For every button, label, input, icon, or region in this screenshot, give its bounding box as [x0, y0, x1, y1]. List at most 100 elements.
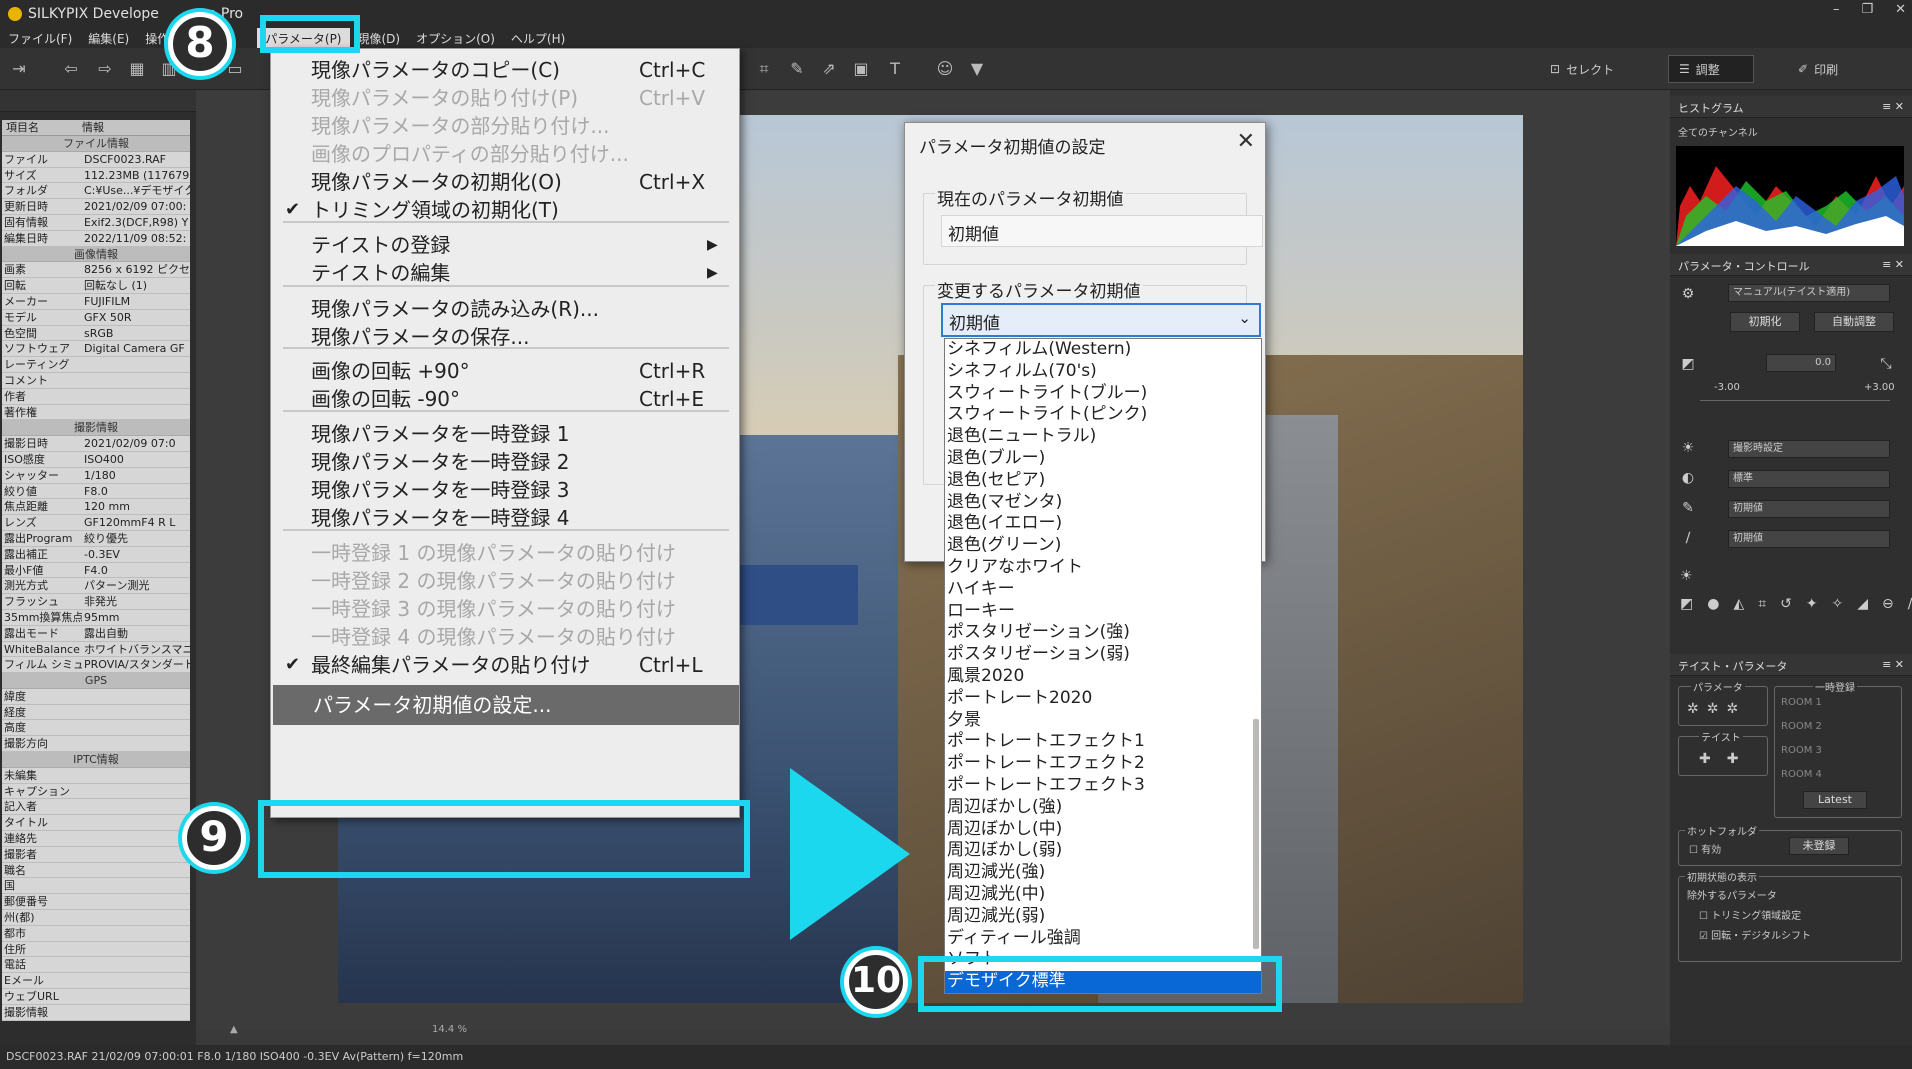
rotate-checkbox[interactable]: ☑ 回転・デジタルシフト [1699, 927, 1811, 942]
list-option[interactable]: ハイキー [945, 579, 1261, 601]
list-option[interactable]: ディティール強調 [945, 928, 1261, 950]
wb-icon[interactable]: ☀ [1680, 440, 1696, 456]
info-row[interactable]: シャッター 1/180 [2, 467, 190, 484]
menu-item[interactable]: テイストの編集 ▶ [271, 256, 739, 290]
initial-value-select[interactable]: 初期値 ⌄ [941, 303, 1261, 337]
room-3[interactable]: ROOM 3 [1781, 745, 1822, 756]
menu-help[interactable]: ヘルプ(H) [503, 28, 573, 48]
info-row[interactable]: 最小F値 F4.0 [2, 562, 190, 579]
close-icon[interactable]: ✕ [1895, 2, 1906, 17]
info-row[interactable]: 撮影者 [2, 846, 190, 863]
init-button[interactable]: 初期化 [1730, 312, 1800, 332]
menu-item[interactable]: 現像パラメータを一時登録 4 [271, 501, 739, 535]
info-row[interactable]: メーカー FUJIFILM [2, 293, 190, 310]
info-row[interactable]: 高度 [2, 720, 190, 737]
info-row[interactable]: 記入者 [2, 799, 190, 816]
info-row[interactable]: 色空間 sRGB [2, 325, 190, 342]
info-row[interactable]: 固有情報 Exif2.3(DCF,R98) Y [2, 214, 190, 231]
info-row[interactable]: 絞り値 F8.0 [2, 483, 190, 500]
exposure-icon[interactable]: ◩ [1680, 356, 1696, 372]
list-option[interactable]: 退色(マゼンタ) [945, 492, 1261, 514]
exposure-slider[interactable] [1700, 400, 1890, 401]
taste-dropdown-list[interactable]: シネフィルム(Western) シネフィルム(70's) スウィートライト(ブルー)… [944, 338, 1262, 994]
menu-item[interactable]: パラメータ初期値の設定... [273, 685, 739, 725]
list-option[interactable]: スウィートライト(ピンク) [945, 404, 1261, 426]
channel-select[interactable]: 全てのチャンネル [1678, 124, 1758, 139]
info-row[interactable]: レーティング [2, 357, 190, 373]
info-row[interactable]: モデル GFX 50R [2, 309, 190, 326]
info-row[interactable]: フィルム シミュレーPROVIA/スタンダード [2, 657, 190, 674]
info-row[interactable]: Eメール [2, 973, 190, 990]
list-option[interactable]: 風景2020 [945, 666, 1261, 688]
list-option[interactable]: 周辺減光(弱) [945, 906, 1261, 928]
info-row[interactable]: 都市 [2, 925, 190, 942]
info-row[interactable]: 作者 [2, 388, 190, 405]
info-row[interactable]: 著作権 [2, 404, 190, 421]
hotfolder-enabled[interactable]: ☐ 有効 [1689, 841, 1721, 856]
info-row[interactable]: 職名 [2, 862, 190, 879]
forward-icon[interactable]: ⇨ [96, 60, 114, 78]
param-control-menu-icon[interactable]: ≡ ✕ [1882, 258, 1904, 271]
user-icon[interactable]: ☺ [936, 60, 954, 78]
info-row[interactable]: 未編集 [2, 767, 190, 784]
info-row[interactable]: ソフトウェア Digital Camera GF [2, 341, 190, 358]
info-row[interactable]: 更新日時 2021/02/09 07:00: [2, 199, 190, 215]
list-option[interactable]: 退色(イエロー) [945, 513, 1261, 535]
room-1[interactable]: ROOM 1 [1781, 697, 1822, 708]
list-option[interactable]: 夕景 [945, 710, 1261, 732]
info-row[interactable]: 撮影日時 2021/02/09 07:0 [2, 436, 190, 452]
param-buttons[interactable]: ✲✲✲ [1687, 701, 1746, 717]
info-row[interactable]: 連絡先 [2, 831, 190, 847]
info-row[interactable]: ウェブURL [2, 989, 190, 1005]
color-select-1[interactable]: 初期値 [1728, 500, 1890, 518]
restore-icon[interactable]: ❐ [1861, 2, 1873, 17]
close-icon[interactable]: ✕ [1237, 129, 1255, 154]
tone-icon[interactable]: ◐ [1680, 470, 1696, 486]
list-option[interactable]: シネフィルム(70's) [945, 361, 1261, 383]
list-option[interactable]: 退色(グリーン) [945, 535, 1261, 557]
curve-icon[interactable]: ∕ [1680, 530, 1696, 546]
mode-select[interactable]: マニュアル(テイスト適用) [1728, 284, 1890, 302]
info-row[interactable]: 撮影方向 [2, 736, 190, 753]
single-view-icon[interactable]: ▭ [226, 60, 244, 78]
list-option[interactable]: ポートレートエフェクト3 [945, 775, 1261, 797]
list-option[interactable]: 退色(ニュートラル) [945, 426, 1261, 448]
exposure-auto-icon[interactable]: ⤡ [1878, 356, 1894, 372]
menu-edit[interactable]: 編集(E) [80, 28, 137, 48]
info-row[interactable]: 郵便番号 [2, 894, 190, 911]
export-icon[interactable]: ⇗ [820, 60, 838, 78]
menu-file[interactable]: ファイル(F) [0, 28, 80, 48]
list-option[interactable]: ポートレートエフェクト2 [945, 753, 1261, 775]
tool-icons[interactable]: ☀◩●◭⌗↺✦✧◢⊖∕◆✚⌗✲ [1680, 562, 1912, 632]
print-button[interactable]: ✐ 印刷 [1788, 55, 1848, 83]
gear-icon[interactable]: ⚙ [1680, 286, 1696, 302]
info-row[interactable]: フラッシュ 非発光 [2, 594, 190, 610]
list-option[interactable]: ポートレートエフェクト1 [945, 731, 1261, 753]
taste-buttons[interactable]: ✚✚ [1699, 751, 1754, 767]
list-option[interactable]: 退色(ブルー) [945, 448, 1261, 470]
info-row[interactable]: 国 [2, 878, 190, 895]
latest-button[interactable]: Latest [1803, 791, 1867, 809]
info-row[interactable]: コメント [2, 372, 190, 389]
info-row[interactable]: 焦点距離 120 mm [2, 499, 190, 516]
select-button[interactable]: ⊡ セレクト [1540, 55, 1624, 83]
exposure-value[interactable]: 0.0 [1766, 354, 1836, 372]
stamp-icon[interactable]: ✎ [788, 60, 806, 78]
list-option[interactable]: 周辺ぼかし(中) [945, 819, 1261, 841]
info-row[interactable]: レンズ GF120mmF4 R L [2, 515, 190, 531]
color-pen-icon[interactable]: ✎ [1680, 500, 1696, 516]
room-2[interactable]: ROOM 2 [1781, 721, 1822, 732]
list-option[interactable]: ポスタリゼーション(強) [945, 622, 1261, 644]
list-option[interactable]: シネフィルム(Western) [945, 339, 1261, 361]
adjust-button[interactable]: ☰ 調整 [1668, 55, 1754, 83]
list-option[interactable]: クリアなホワイト [945, 557, 1261, 579]
list-option[interactable]: ポスタリゼーション(弱) [945, 644, 1261, 666]
tone-select[interactable]: 標準 [1728, 470, 1890, 488]
taste-menu-icon[interactable]: ≡ ✕ [1882, 658, 1904, 671]
info-row[interactable]: 35mm換算焦点 95mm [2, 609, 190, 626]
list-option[interactable]: 周辺ぼかし(強) [945, 797, 1261, 819]
filter-icon[interactable]: ▼ [968, 60, 986, 78]
list-scrollbar[interactable] [1253, 719, 1259, 949]
info-row[interactable]: 電話 [2, 957, 190, 974]
info-row[interactable]: 経度 [2, 704, 190, 721]
